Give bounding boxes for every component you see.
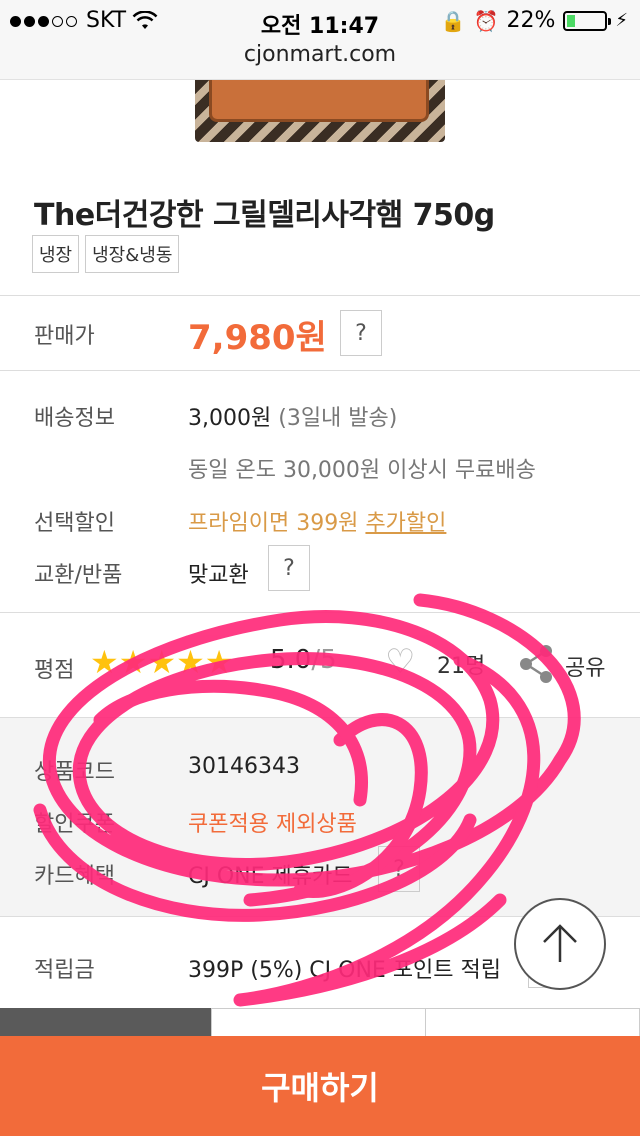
- shipping-eta: (3일내 발송): [278, 406, 398, 431]
- product-title: The더건강한 그릴델리사각햄 750g: [34, 198, 495, 233]
- rating-stars: ★ ★ ★ ★ ★: [90, 646, 233, 678]
- product-image: [195, 80, 445, 142]
- rating-score: 5.0/5: [270, 645, 337, 675]
- tab-2[interactable]: [212, 1008, 426, 1038]
- card-help-button[interactable]: ?: [378, 846, 420, 892]
- star-icon: ★: [147, 643, 177, 681]
- like-count: 21명: [437, 654, 486, 679]
- free-shipping-note: 동일 온도 30,000원 이상시 무료배송: [188, 458, 536, 483]
- tab-3[interactable]: [426, 1008, 640, 1038]
- divider: [0, 370, 640, 371]
- rating-value: 5.0: [270, 645, 312, 675]
- price-label: 판매가: [34, 324, 95, 349]
- like-heart-icon[interactable]: ♡: [385, 645, 415, 679]
- battery-percent: 22%: [506, 8, 556, 33]
- divider: [0, 295, 640, 296]
- product-code-value: 30146343: [188, 754, 300, 779]
- exchange-value: 맞교환: [188, 563, 249, 588]
- status-bar: SKT 오전 11:47 🔒 ⏰ 22% ⚡ cjonmart.com: [0, 0, 640, 80]
- card-benefit-value: CJ ONE 제휴카드: [188, 864, 353, 889]
- coupon-label: 할인쿠폰: [34, 812, 115, 837]
- shipping-label: 배송정보: [34, 406, 115, 431]
- star-icon: ★: [176, 643, 205, 681]
- card-benefit-label: 카드혜택: [34, 864, 115, 889]
- section-tab-strip: [0, 1008, 640, 1038]
- extra-discount-link[interactable]: 추가할인: [365, 511, 446, 536]
- arrow-up-icon: [543, 924, 577, 962]
- shipping-info: 3,000원 (3일내 발송): [188, 400, 397, 432]
- star-icon: ★: [90, 643, 119, 681]
- product-tags: 냉장 냉장&냉동: [32, 235, 180, 273]
- tag-chilled-frozen: 냉장&냉동: [85, 235, 180, 273]
- tab-1[interactable]: [0, 1008, 212, 1038]
- points-value: 399P (5%) CJ ONE 포인트 적립: [188, 958, 502, 983]
- star-icon: ★: [204, 643, 234, 681]
- exchange-help-button[interactable]: ?: [268, 545, 310, 591]
- product-code-label: 상품코드: [34, 760, 115, 785]
- tag-chilled: 냉장: [32, 235, 80, 273]
- coupon-value: 쿠폰적용 제외상품: [188, 812, 357, 837]
- url-bar[interactable]: cjonmart.com: [0, 42, 640, 67]
- buy-button[interactable]: 구매하기: [0, 1036, 640, 1136]
- rating-label: 평점: [34, 658, 75, 683]
- points-label: 적립금: [34, 958, 95, 983]
- share-icon[interactable]: [518, 644, 554, 684]
- scroll-to-top-button[interactable]: [514, 898, 606, 990]
- divider: [0, 612, 640, 613]
- rotation-lock-icon: 🔒: [440, 8, 466, 33]
- share-label[interactable]: 공유: [565, 650, 605, 682]
- prime-discount-text: 프라임이면 399원: [188, 511, 359, 536]
- alarm-icon: ⏰: [473, 8, 499, 33]
- exchange-label: 교환/반품: [34, 563, 123, 588]
- shipping-fee: 3,000원: [188, 406, 272, 431]
- battery-icon: [563, 10, 612, 31]
- charging-icon: ⚡: [615, 10, 628, 31]
- sale-price: 7,980원: [188, 318, 327, 358]
- price-help-button[interactable]: ?: [340, 310, 382, 356]
- discount-label: 선택할인: [34, 511, 115, 536]
- discount-info: 프라임이면 399원 추가할인: [188, 505, 446, 537]
- star-icon: ★: [118, 643, 148, 681]
- rating-max: /5: [311, 645, 337, 675]
